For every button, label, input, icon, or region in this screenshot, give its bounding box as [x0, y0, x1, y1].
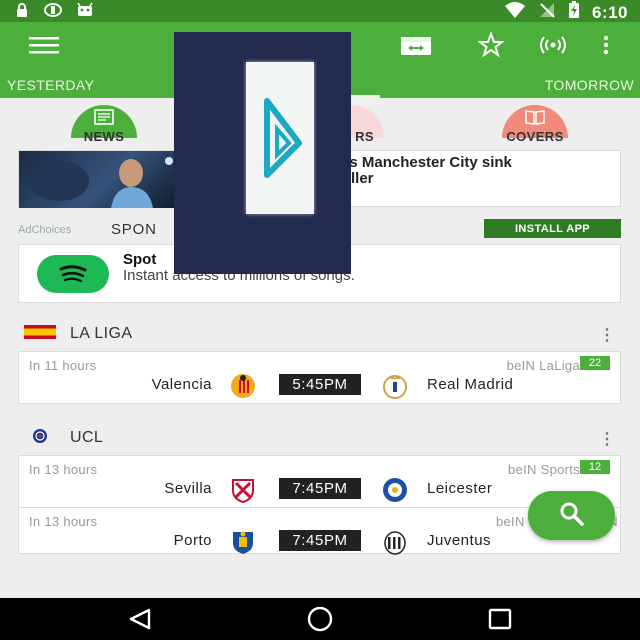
league-name: UCL [70, 429, 104, 446]
match-card[interactable]: In 13 hours beIN Sports 12 Sevilla 7:45P… [18, 455, 621, 508]
spotify-logo-icon [37, 255, 109, 293]
more-vert-icon[interactable]: ⋮ [599, 325, 615, 345]
status-time: 6:10 [591, 2, 628, 22]
search-fab-button[interactable] [528, 491, 615, 540]
no-signal-icon [538, 1, 556, 24]
android-icon [76, 2, 94, 23]
ucl-logo-icon [24, 428, 56, 449]
home-team: Sevilla [164, 480, 212, 497]
calendar-icon[interactable] [398, 27, 434, 63]
away-team: Leicester [427, 480, 493, 497]
category-news-label: NEWS [83, 129, 125, 144]
menu-icon[interactable] [26, 27, 62, 63]
comment-count-badge: 12 [580, 460, 610, 474]
news-headline-line-2: riller [341, 170, 374, 187]
broadcast-icon[interactable] [535, 27, 571, 63]
league-header-laliga[interactable]: LA LIGA [24, 322, 132, 346]
match-channel: beIN LaLiga [506, 358, 580, 373]
more-vert-icon[interactable] [588, 27, 624, 63]
comment-count-badge: 22 [580, 356, 610, 370]
away-team: Juventus [427, 532, 492, 549]
valencia-crest-icon [230, 373, 256, 399]
match-time: 7:45PM [279, 530, 361, 551]
sponsored-label: SPON [111, 221, 157, 238]
match-channel: beIN Sports [508, 462, 580, 477]
category-covers-label: COVERS [506, 129, 564, 144]
install-app-button[interactable]: INSTALL APP [484, 219, 621, 238]
tab-yesterday[interactable]: YESTERDAY [7, 77, 94, 93]
home-team: Valencia [151, 376, 212, 393]
news-headline-line-1: as Manchester City sink [341, 154, 512, 171]
category-news[interactable]: NEWS [59, 105, 149, 145]
porto-crest-icon [230, 529, 256, 555]
search-icon [559, 501, 585, 530]
league-header-ucl[interactable]: UCL [24, 426, 103, 450]
juventus-crest-icon [382, 529, 408, 555]
spain-flag-icon [24, 324, 56, 344]
news-thumbnail [19, 151, 177, 208]
more-vert-icon[interactable]: ⋮ [599, 429, 615, 449]
navigation-bar [0, 598, 640, 640]
match-when: In 13 hours [29, 462, 98, 477]
away-team: Real Madrid [427, 376, 514, 393]
match-card[interactable]: In 11 hours beIN LaLiga 22 Valencia 5:45… [18, 351, 621, 404]
real-madrid-crest-icon [382, 373, 408, 399]
wifi-icon [504, 1, 526, 24]
category-covers[interactable]: COVERS [490, 105, 580, 145]
overlay-popup[interactable] [174, 32, 351, 274]
home-icon[interactable] [300, 606, 340, 632]
news-headline: as Manchester City sink riller [341, 155, 512, 187]
ad-title: Spot [123, 251, 157, 268]
play-logo-icon [246, 62, 314, 214]
status-bar: 6:10 [0, 0, 640, 22]
league-name: LA LIGA [70, 325, 133, 342]
match-time: 5:45PM [279, 374, 361, 395]
lock-icon [14, 2, 30, 23]
match-time: 7:45PM [279, 478, 361, 499]
sevilla-crest-icon [230, 477, 256, 503]
adchoices-label[interactable]: AdChoices [18, 224, 71, 236]
star-icon[interactable] [473, 27, 509, 63]
match-when: In 11 hours [29, 358, 97, 373]
tab-tomorrow[interactable]: TOMORROW [545, 77, 634, 93]
match-when: In 13 hours [29, 514, 98, 529]
home-team: Porto [173, 532, 212, 549]
battery-charging-icon [568, 1, 580, 24]
leicester-crest-icon [382, 477, 408, 503]
sync-icon [44, 2, 62, 23]
back-icon[interactable] [120, 606, 160, 632]
recents-icon[interactable] [480, 606, 520, 632]
